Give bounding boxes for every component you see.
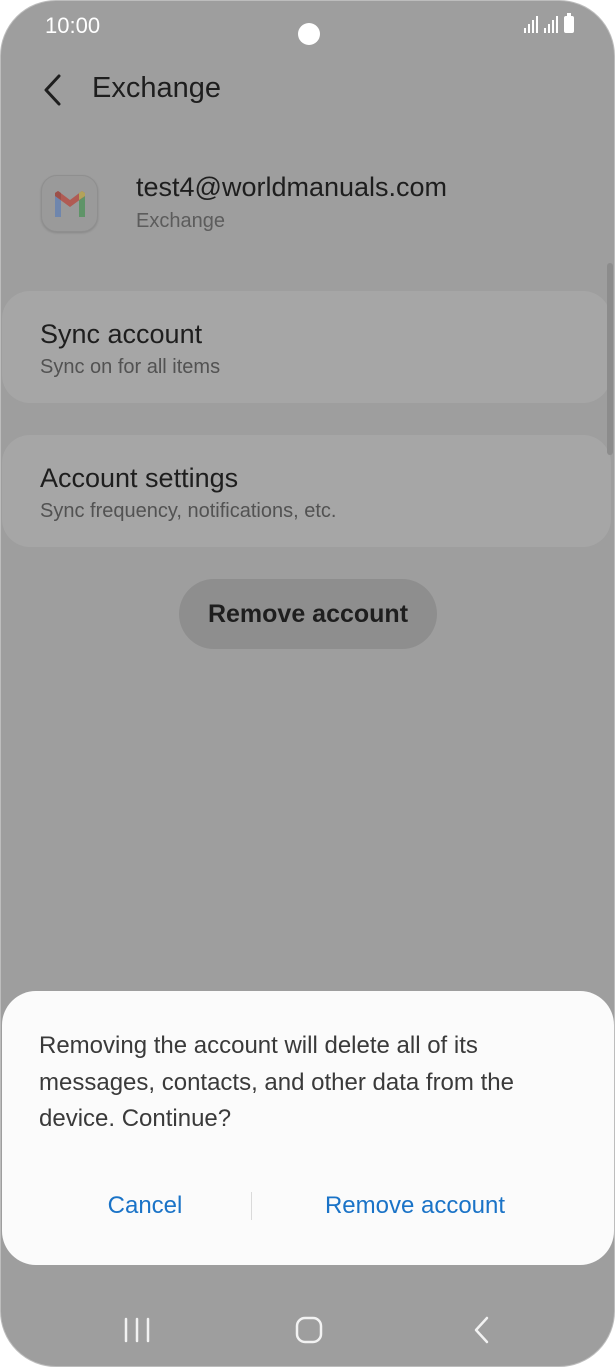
dialog-message: Removing the account will delete all of … xyxy=(39,1032,514,1132)
remove-account-button[interactable]: Remove account xyxy=(179,579,437,649)
account-email: test4@worldmanuals.com xyxy=(136,172,448,202)
back-icon xyxy=(474,1316,489,1344)
gmail-icon xyxy=(41,175,98,232)
recents-icon xyxy=(124,1317,150,1343)
account-type: Exchange xyxy=(136,210,225,232)
cancel-button[interactable]: Cancel xyxy=(42,1181,248,1231)
dialog-divider xyxy=(251,1192,252,1220)
back-button[interactable] xyxy=(33,67,73,113)
chevron-left-icon xyxy=(44,74,61,106)
remove-account-dialog: Removing the account will delete all of … xyxy=(2,991,614,1265)
home-icon xyxy=(295,1316,323,1344)
phone-screen: 10:00 Exchange test4@worldmanuals.com Ex… xyxy=(0,0,615,1367)
sync-account-title: Sync account xyxy=(40,319,203,349)
status-icons xyxy=(524,13,574,33)
nav-back-button[interactable] xyxy=(459,1306,505,1354)
page-title: Exchange xyxy=(92,72,221,104)
front-camera xyxy=(298,23,320,45)
home-button[interactable] xyxy=(284,1306,334,1354)
signal-icon xyxy=(544,15,558,33)
recents-button[interactable] xyxy=(111,1306,163,1354)
battery-icon xyxy=(564,13,574,33)
sync-account-subtitle: Sync on for all items xyxy=(40,356,221,378)
account-settings-subtitle: Sync frequency, notifications, etc. xyxy=(40,500,337,522)
status-time: 10:00 xyxy=(45,13,101,38)
confirm-remove-button[interactable]: Remove account xyxy=(255,1181,575,1231)
signal-icon xyxy=(524,15,538,33)
scrollbar[interactable] xyxy=(607,263,613,455)
account-settings-item[interactable]: Account settings Sync frequency, notific… xyxy=(2,435,611,547)
account-settings-title: Account settings xyxy=(40,463,239,493)
sync-account-item[interactable]: Sync account Sync on for all items xyxy=(2,291,611,403)
